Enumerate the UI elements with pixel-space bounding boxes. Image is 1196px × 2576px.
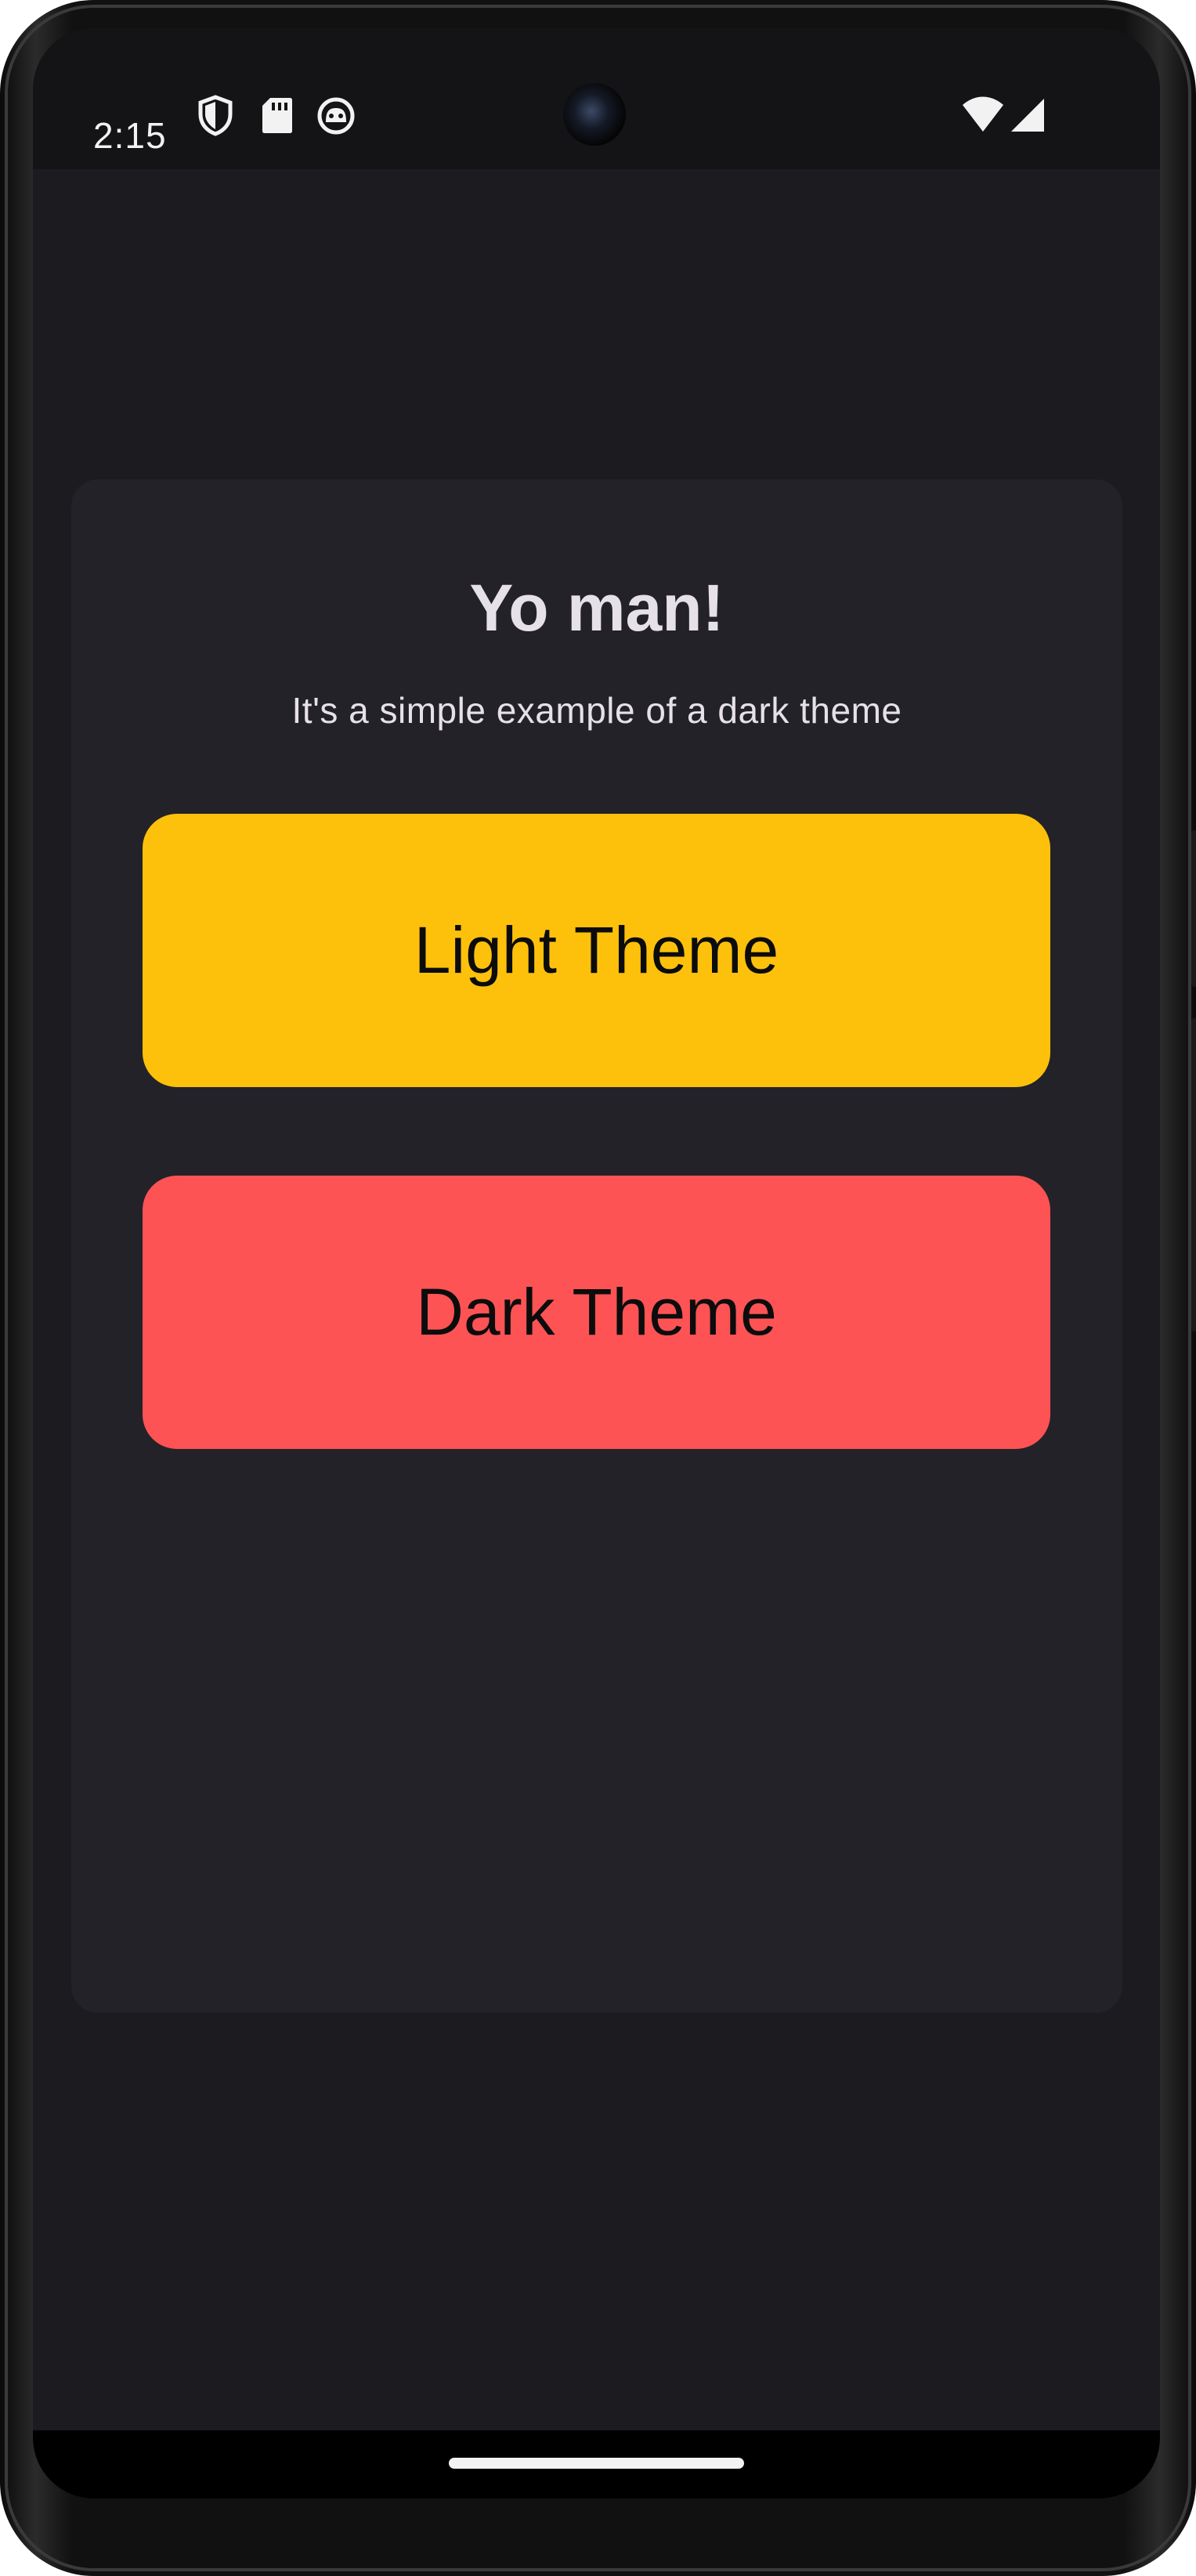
home-indicator[interactable] <box>449 2458 744 2469</box>
light-theme-button[interactable]: Light Theme <box>143 814 1050 1087</box>
status-time: 2:15 <box>93 115 167 156</box>
navigation-bar <box>33 2430 1160 2498</box>
volume-button <box>1191 1018 1196 1331</box>
cat-face-icon <box>317 97 355 135</box>
cellular-signal-icon <box>1011 99 1044 132</box>
shield-icon <box>198 95 233 136</box>
card-subtitle: It's a simple example of a dark theme <box>291 690 902 731</box>
theme-card: Yo man! It's a simple example of a dark … <box>71 479 1122 2013</box>
sd-card-icon <box>262 98 292 133</box>
phone-frame: 2:15 Yo man! It's a simple example of a … <box>0 0 1196 2576</box>
wifi-icon <box>963 96 1003 132</box>
card-title: Yo man! <box>469 571 724 645</box>
power-button <box>1191 830 1196 987</box>
dark-theme-button[interactable]: Dark Theme <box>143 1176 1050 1449</box>
screen: 2:15 Yo man! It's a simple example of a … <box>33 28 1160 2498</box>
status-bar: 2:15 <box>33 28 1160 169</box>
front-camera <box>563 83 626 146</box>
